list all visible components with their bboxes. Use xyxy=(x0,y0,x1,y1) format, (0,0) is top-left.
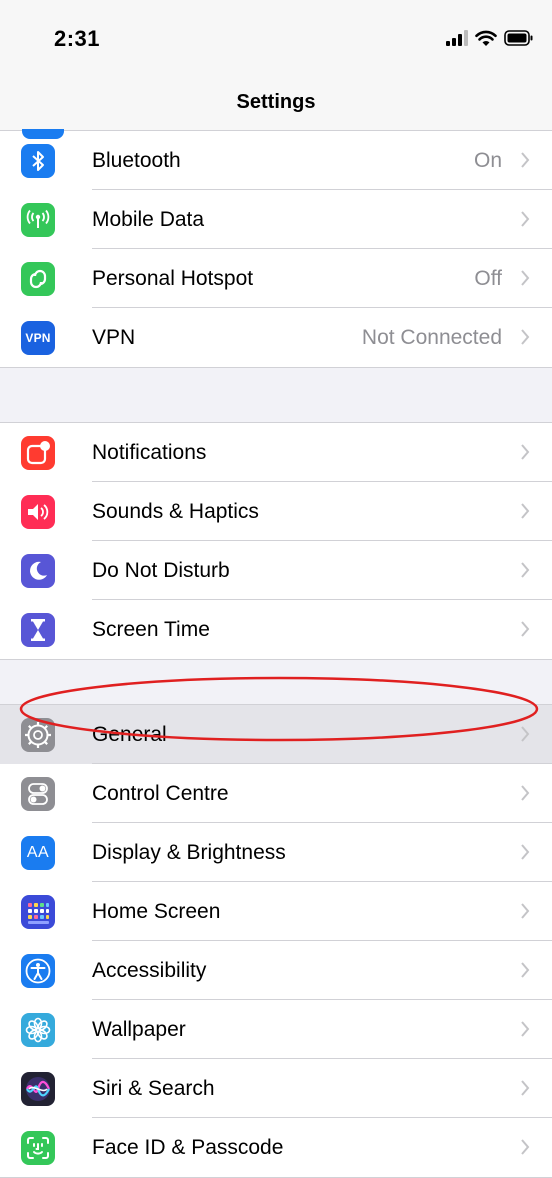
settings-row-bluetooth[interactable]: Bluetooth On xyxy=(0,131,552,190)
chevron-right-icon xyxy=(521,270,530,286)
chevron-right-icon xyxy=(521,503,530,519)
settings-row-wallpaper[interactable]: Wallpaper xyxy=(0,1000,552,1059)
chevron-right-icon xyxy=(521,562,530,578)
settings-row-control-centre[interactable]: Control Centre xyxy=(0,764,552,823)
row-label: Personal Hotspot xyxy=(92,267,254,290)
chevron-right-icon xyxy=(521,962,530,978)
chevron-right-icon xyxy=(521,785,530,801)
chevron-right-icon xyxy=(521,903,530,919)
settings-group-connectivity: Bluetooth On Mobile Data Personal Hotspo… xyxy=(0,129,552,368)
row-label: Control Centre xyxy=(92,782,229,805)
settings-row-home-screen[interactable]: Home Screen xyxy=(0,882,552,941)
settings-row-accessibility[interactable]: Accessibility xyxy=(0,941,552,1000)
row-label: Do Not Disturb xyxy=(92,559,230,582)
home-screen-grid-icon xyxy=(21,895,55,929)
row-label: Face ID & Passcode xyxy=(92,1136,284,1159)
row-label: Home Screen xyxy=(92,900,221,923)
row-value: Not Connected xyxy=(361,326,502,349)
row-label: Screen Time xyxy=(92,618,210,641)
settings-group-general: General Control Centre AA Display & Brig… xyxy=(0,704,552,1178)
navigation-bar: Settings xyxy=(0,88,552,131)
settings-row-vpn[interactable]: VPN VPN Not Connected xyxy=(0,308,552,367)
settings-row-screen-time[interactable]: Screen Time xyxy=(0,600,552,659)
chevron-right-icon xyxy=(521,1139,530,1155)
row-label: Sounds & Haptics xyxy=(92,500,259,523)
flower-icon xyxy=(21,1013,55,1047)
row-label: VPN xyxy=(92,326,136,349)
settings-row-general[interactable]: General xyxy=(0,705,552,764)
wifi-icon xyxy=(475,30,497,46)
page-title: Settings xyxy=(236,91,316,113)
battery-icon xyxy=(504,30,533,46)
row-value: On xyxy=(473,149,502,172)
moon-icon xyxy=(21,554,55,588)
row-label: Mobile Data xyxy=(92,208,205,231)
status-time: 2:31 xyxy=(54,26,101,51)
cellular-signal-icon xyxy=(446,30,468,46)
face-id-icon xyxy=(21,1131,55,1165)
settings-row-sounds-haptics[interactable]: Sounds & Haptics xyxy=(0,482,552,541)
chevron-right-icon xyxy=(521,329,530,345)
hourglass-icon xyxy=(21,613,55,647)
gear-icon xyxy=(21,718,55,752)
settings-row-display-brightness[interactable]: AA Display & Brightness xyxy=(0,823,552,882)
text-size-icon-text: AA xyxy=(26,844,50,861)
notifications-icon xyxy=(21,436,55,470)
status-bar: 2:31 xyxy=(0,0,552,88)
settings-row-do-not-disturb[interactable]: Do Not Disturb xyxy=(0,541,552,600)
settings-row-personal-hotspot[interactable]: Personal Hotspot Off xyxy=(0,249,552,308)
vpn-icon: VPN xyxy=(21,321,55,355)
chevron-right-icon xyxy=(521,1080,530,1096)
row-label: Notifications xyxy=(92,441,207,464)
settings-row-face-id-passcode[interactable]: Face ID & Passcode xyxy=(0,1118,552,1177)
chevron-right-icon xyxy=(521,444,530,460)
toggles-icon xyxy=(21,777,55,811)
bluetooth-icon xyxy=(21,144,55,178)
row-value: Off xyxy=(474,267,502,290)
row-label: Bluetooth xyxy=(92,149,181,172)
antenna-icon xyxy=(21,203,55,237)
settings-row-notifications[interactable]: Notifications xyxy=(0,423,552,482)
siri-icon xyxy=(21,1072,55,1106)
row-label: Wallpaper xyxy=(92,1018,186,1041)
accessibility-icon xyxy=(21,954,55,988)
speaker-icon xyxy=(21,495,55,529)
row-label: Accessibility xyxy=(92,959,207,982)
row-label: Siri & Search xyxy=(92,1077,215,1100)
chevron-right-icon xyxy=(521,152,530,168)
settings-row-siri-search[interactable]: Siri & Search xyxy=(0,1059,552,1118)
chevron-right-icon xyxy=(521,211,530,227)
vpn-icon-text: VPN xyxy=(25,331,51,345)
settings-row-mobile-data[interactable]: Mobile Data xyxy=(0,190,552,249)
settings-group-notifications: Notifications Sounds & Haptics Do Not Di… xyxy=(0,422,552,660)
chevron-right-icon xyxy=(521,844,530,860)
chevron-right-icon xyxy=(521,1021,530,1037)
status-icons xyxy=(446,28,534,48)
row-label: Display & Brightness xyxy=(92,841,286,864)
chevron-right-icon xyxy=(521,621,530,637)
hotspot-icon xyxy=(21,262,55,296)
chevron-right-icon xyxy=(521,726,530,742)
text-size-icon: AA xyxy=(21,836,55,870)
row-label: General xyxy=(92,723,167,746)
